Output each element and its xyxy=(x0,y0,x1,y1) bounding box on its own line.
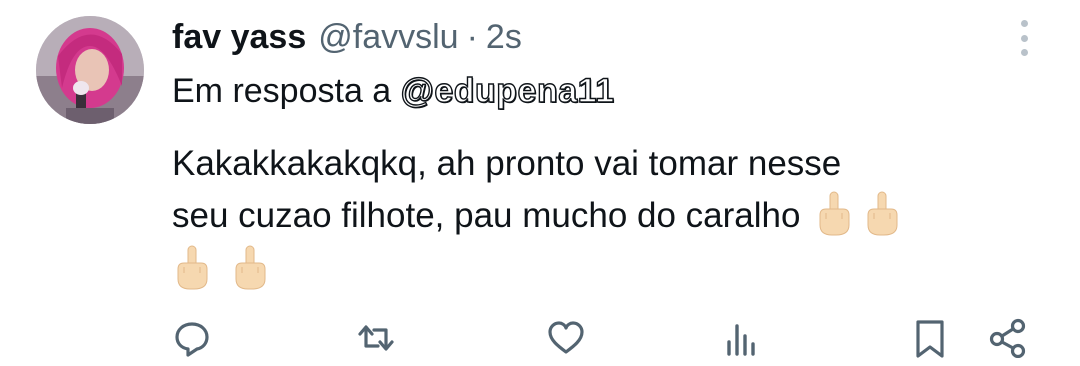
emoji-row xyxy=(172,244,1032,296)
user-handle[interactable]: @favvslu xyxy=(318,18,458,57)
like-button[interactable] xyxy=(546,318,594,366)
middle-finger-emoji-icon xyxy=(867,191,898,236)
tweet-text: Kakakkakakqkq, ah pronto vai tomar nesse… xyxy=(172,138,1032,296)
tweet-header: fav yass @favvslu · 2s xyxy=(172,12,522,62)
retweet-button[interactable] xyxy=(356,318,404,366)
separator-dot: · xyxy=(466,17,478,56)
tweet-actions-bar xyxy=(0,312,1080,360)
reply-button[interactable] xyxy=(172,318,220,366)
views-button[interactable] xyxy=(720,318,768,366)
middle-finger-emoji-icon xyxy=(819,191,850,236)
timestamp[interactable]: 2s xyxy=(486,18,522,57)
reply-mention-link[interactable]: @edupena11 xyxy=(400,71,615,110)
reply-icon xyxy=(175,322,209,357)
tweet-text-line-1: Kakakkakakqkq, ah pronto vai tomar nesse xyxy=(172,144,842,183)
retweet-icon xyxy=(358,325,394,351)
avatar-image xyxy=(36,16,144,124)
heart-icon xyxy=(548,321,584,354)
reply-prefix: Em resposta a xyxy=(172,72,392,110)
share-button[interactable] xyxy=(988,318,1036,366)
display-name[interactable]: fav yass xyxy=(172,18,306,57)
middle-finger-emoji-icon xyxy=(235,245,266,290)
tweet-text-line-2: seu cuzao filhote, pau mucho do caralho xyxy=(172,196,801,235)
bookmark-button[interactable] xyxy=(910,318,958,366)
bookmark-icon xyxy=(916,320,944,358)
more-options-icon[interactable] xyxy=(1010,20,1038,56)
views-icon xyxy=(727,324,755,356)
middle-finger-emoji-icon xyxy=(177,245,208,290)
user-avatar[interactable] xyxy=(36,16,144,124)
share-icon xyxy=(989,318,1026,358)
reply-context: Em resposta a @edupena11 xyxy=(172,71,615,111)
